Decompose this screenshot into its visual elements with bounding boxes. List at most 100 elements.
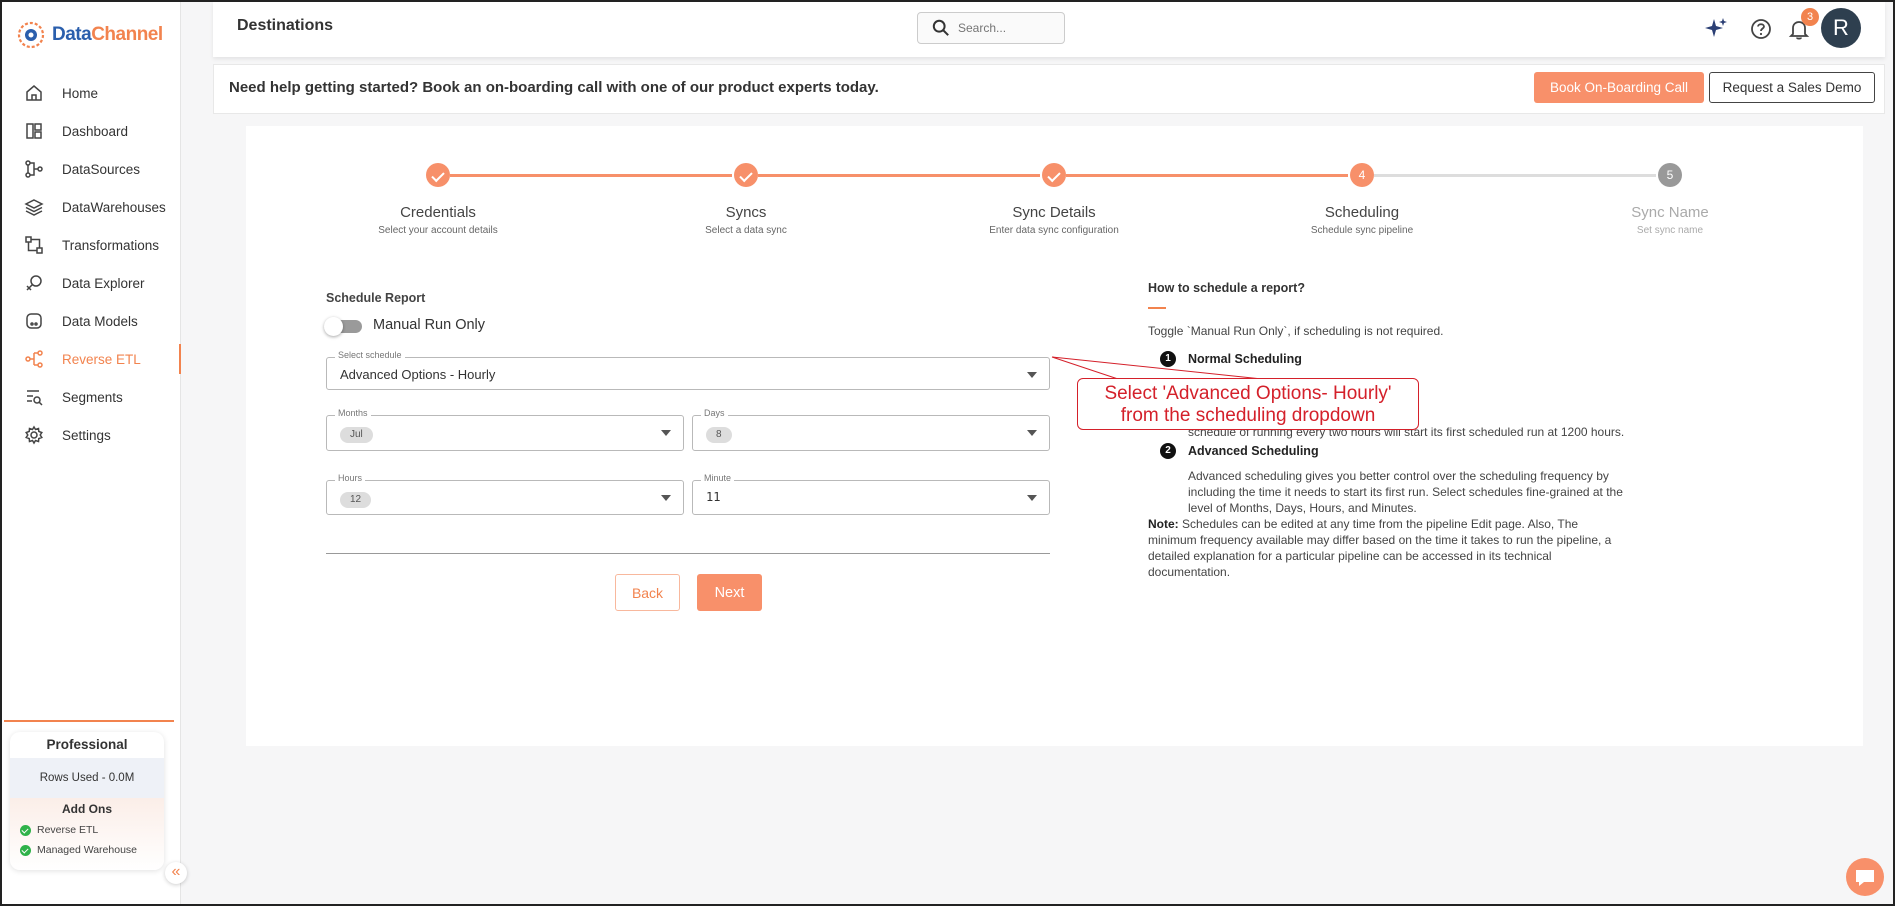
manual-run-label: Manual Run Only (373, 317, 486, 333)
logo-text-data: Data (52, 24, 92, 45)
step-4-circle: 4 (1350, 163, 1374, 187)
step-label: Sync Details (1012, 204, 1096, 221)
help-intro: Toggle `Manual Run Only`, if scheduling … (1148, 324, 1444, 338)
help-section-title: Normal Scheduling (1188, 352, 1302, 366)
sidebar-item-dashboard[interactable]: Dashboard (2, 112, 181, 150)
addons-section: Add Ons Reverse ETL Managed Warehouse (10, 798, 164, 870)
check-icon (431, 168, 445, 183)
manual-run-toggle[interactable] (324, 317, 362, 336)
sidebar-item-data-explorer[interactable]: Data Explorer (2, 264, 181, 302)
sidebar-item-data-models[interactable]: Data Models (2, 302, 181, 340)
layers-icon (24, 199, 44, 216)
minute-select[interactable]: Minute 11 (692, 473, 1050, 515)
sidebar-item-segments[interactable]: Segments (2, 378, 181, 416)
days-chip: 8 (706, 427, 732, 443)
step-5-circle: 5 (1658, 163, 1682, 187)
sidebar-divider (4, 720, 174, 722)
note-text: Schedules can be edited at any time from… (1148, 517, 1612, 579)
help-section-text: Advanced scheduling gives you better con… (1188, 468, 1623, 516)
schedule-select[interactable]: Select schedule Advanced Options - Hourl… (326, 350, 1050, 390)
sidebar-item-label: Dashboard (62, 123, 129, 139)
step-label: Sync Name (1631, 204, 1709, 221)
data-models-icon (26, 313, 42, 329)
help-line: including the time it needs to start its… (1188, 485, 1623, 499)
help-line: level of Months, Days, Hours, and Minute… (1188, 501, 1417, 515)
caret-down-icon (1027, 430, 1037, 436)
addon-label: Managed Warehouse (37, 844, 138, 856)
chat-button[interactable] (1846, 858, 1884, 896)
step-2-circle (734, 163, 758, 187)
back-button[interactable]: Back (615, 574, 680, 611)
caret-down-icon (1027, 495, 1037, 501)
hours-select[interactable]: Hours 12 (326, 473, 684, 515)
step-sublabel: Select a data sync (705, 225, 787, 236)
caret-down-icon (1027, 372, 1037, 378)
sidebar-item-label: Data Models (62, 313, 138, 329)
logo-icon (17, 21, 45, 49)
step-sublabel: Select your account details (378, 225, 498, 236)
days-select[interactable]: Days 8 (692, 408, 1050, 451)
step-connector (758, 174, 1040, 177)
sidebar-item-label: Home (62, 85, 99, 101)
sidebar-item-settings[interactable]: Settings (2, 416, 181, 454)
home-icon (26, 85, 42, 101)
days-select-label: Days (701, 408, 728, 418)
caret-down-icon (661, 495, 671, 501)
sidebar-item-datasources[interactable]: DataSources (2, 150, 181, 188)
help-title: How to schedule a report? (1148, 281, 1305, 295)
step-sublabel: Schedule sync pipeline (1310, 225, 1414, 236)
step-label: Scheduling (1324, 204, 1400, 221)
step-connector (1374, 174, 1656, 177)
hours-select-label: Hours (335, 473, 366, 483)
hours-chip: 12 (340, 492, 372, 508)
double-chevron-left-icon: « (171, 863, 181, 880)
step-sublabel: Enter data sync configuration (989, 225, 1119, 236)
sidebar-item-label: Segments (62, 389, 123, 405)
sidebar-item-reverse-etl[interactable]: Reverse ETL (2, 340, 181, 378)
annotation-callout: Select 'Advanced Options- Hourly' from t… (1077, 378, 1419, 430)
help-icon[interactable] (1748, 16, 1774, 42)
help-title-underline (1148, 307, 1166, 309)
dashboard-icon (26, 123, 42, 139)
form-divider (326, 553, 1050, 554)
request-sales-demo-button[interactable]: Request a Sales Demo (1709, 72, 1875, 103)
next-button[interactable]: Next (697, 574, 762, 611)
book-onboarding-call-button[interactable]: Book On-Boarding Call (1534, 72, 1704, 103)
months-chip: Jul (340, 427, 373, 443)
check-circle-icon (20, 844, 31, 856)
sidebar-item-label: Data Explorer (62, 275, 145, 291)
search-input[interactable] (958, 21, 1048, 35)
months-select[interactable]: Months Jul (326, 408, 684, 451)
check-icon (1047, 168, 1061, 183)
avatar[interactable]: R (1821, 8, 1861, 48)
minute-select-value: 11 (706, 490, 721, 504)
step-connector (450, 174, 732, 177)
addon-label: Reverse ETL (37, 824, 99, 836)
search-box[interactable] (917, 12, 1065, 44)
step-1-circle (426, 163, 450, 187)
sidebar-item-label: DataWarehouses (62, 199, 166, 215)
logo[interactable]: DataChannel (16, 20, 163, 50)
toggle-knob (324, 317, 343, 336)
addons-title: Add Ons (62, 802, 112, 816)
step-3-circle (1042, 163, 1066, 187)
sidebar-item-label: Transformations (62, 237, 160, 253)
collapse-sidebar-button[interactable]: « (165, 862, 187, 884)
schedule-select-value: Advanced Options - Hourly (340, 367, 496, 382)
plan-name: Professional (46, 737, 128, 752)
banner-text: Need help getting started? Book an on-bo… (229, 79, 879, 96)
sparkle-icon[interactable] (1703, 16, 1729, 42)
datasources-icon (25, 160, 43, 178)
segments-icon (27, 390, 43, 406)
sidebar-item-datawarehouses[interactable]: DataWarehouses (2, 188, 181, 226)
check-icon (739, 168, 753, 183)
search-icon (932, 19, 949, 36)
sidebar-item-label: Reverse ETL (62, 351, 141, 367)
check-circle-icon (20, 824, 31, 836)
step-label: Credentials (400, 204, 476, 221)
sidebar-item-home[interactable]: Home (2, 74, 181, 112)
step-label: Syncs (725, 204, 767, 221)
logo-text-channel: Channel (91, 24, 163, 45)
sidebar-item-transformations[interactable]: Transformations (2, 226, 181, 264)
logo-text: DataChannel (52, 24, 163, 46)
